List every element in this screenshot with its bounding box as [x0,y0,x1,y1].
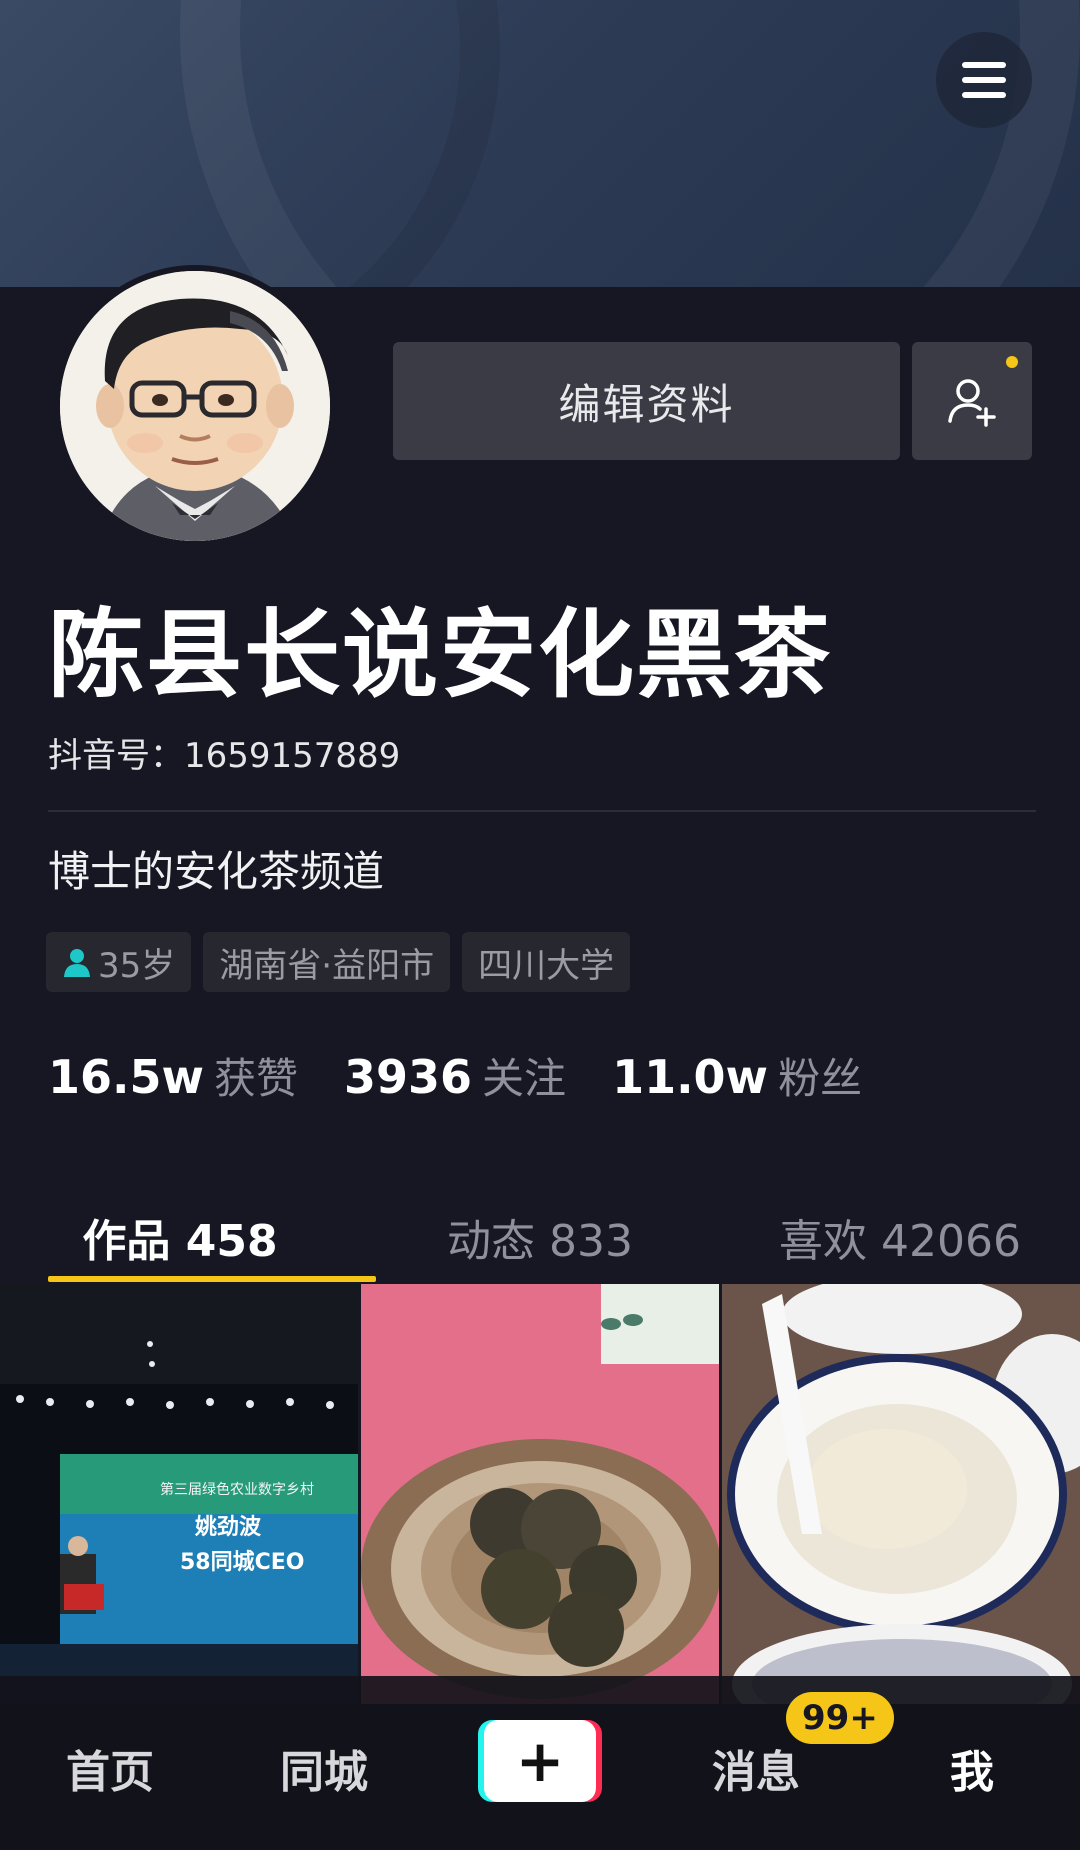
tab-likes[interactable]: 喜欢 42066 [720,1190,1080,1284]
menu-icon [962,62,1006,68]
video-thumbnail[interactable] [722,1284,1080,1704]
banner-decoration [0,0,500,287]
profile-banner[interactable] [0,0,1080,287]
profile-nickname: 陈县长说安化黑茶 [48,599,832,711]
create-button[interactable]: + [478,1720,602,1802]
tag-label: 35岁 [98,945,176,986]
person-icon [64,949,90,977]
event-banner-text: 第三届绿色农业数字乡村 [160,1481,314,1497]
stat-label: 粉丝 [778,1054,863,1103]
bottom-navigation: 首页 同城 + 消息 我 [0,1676,1080,1850]
tag-label: 湖南省·益阳市 [219,945,435,986]
stat-label: 获赞 [214,1054,299,1103]
tag-school: 四川大学 [462,932,631,992]
stat-value: 3936 [344,1050,473,1104]
active-tab-indicator [48,1276,376,1282]
tab-works[interactable]: 作品 458 [0,1190,360,1284]
event-speaker-name: 姚劲波 [194,1514,262,1540]
add-friend-icon [948,379,996,427]
divider [48,810,1036,812]
nav-messages[interactable]: 消息 [712,1736,800,1800]
plus-icon: + [484,1720,596,1802]
douyin-id[interactable]: 抖音号：1659157889 [48,728,400,777]
cartoon-portrait-icon [60,271,330,541]
notification-dot [1006,356,1018,368]
content-tabs: 作品 458 动态 833 喜欢 42066 [0,1190,1080,1284]
rice-bowl-image [722,1284,1080,1704]
menu-icon [962,77,1006,83]
edit-profile-button[interactable]: 编辑资料 [393,342,900,460]
nav-me[interactable]: 我 [950,1736,994,1800]
video-thumbnail[interactable]: 第三届绿色农业数字乡村 姚劲波 58同城CEO [0,1284,358,1704]
nav-home[interactable]: 首页 [66,1736,154,1800]
tag-age: 35岁 [46,932,192,992]
stat-followers[interactable]: 11.0w 粉丝 [612,1045,862,1106]
stat-value: 11.0w [612,1050,769,1104]
stat-following[interactable]: 3936 关注 [344,1045,566,1106]
avatar-image [60,271,330,541]
tag-location: 湖南省·益阳市 [203,932,451,992]
stat-label: 关注 [482,1054,567,1103]
avatar[interactable] [54,265,336,547]
tea-balls-image [361,1284,719,1704]
nav-nearby[interactable]: 同城 [280,1736,368,1800]
profile-bio: 博士的安化茶频道 [48,847,385,896]
stage-event-image: 第三届绿色农业数字乡村 姚劲波 58同城CEO [0,1284,358,1704]
menu-icon [962,92,1006,98]
stat-value: 16.5w [48,1050,204,1104]
profile-stats: 16.5w 获赞 3936 关注 11.0w 粉丝 [48,1045,908,1106]
profile-tags: 35岁 湖南省·益阳市 四川大学 [46,932,631,992]
video-grid: 第三届绿色农业数字乡村 姚劲波 58同城CEO [0,1284,1080,1704]
menu-button[interactable] [936,32,1032,128]
tag-label: 四川大学 [478,945,615,986]
event-speaker-title: 58同城CEO [180,1549,305,1575]
video-thumbnail[interactable] [361,1284,719,1704]
add-friend-button[interactable] [912,342,1032,460]
stat-likes[interactable]: 16.5w 获赞 [48,1045,298,1106]
messages-badge: 99+ [786,1692,894,1744]
profile-page: 编辑资料 陈县长说安化黑茶 抖音号：1659157889 博士的安化茶频道 35… [0,0,1080,1850]
tab-moments[interactable]: 动态 833 [360,1190,720,1284]
